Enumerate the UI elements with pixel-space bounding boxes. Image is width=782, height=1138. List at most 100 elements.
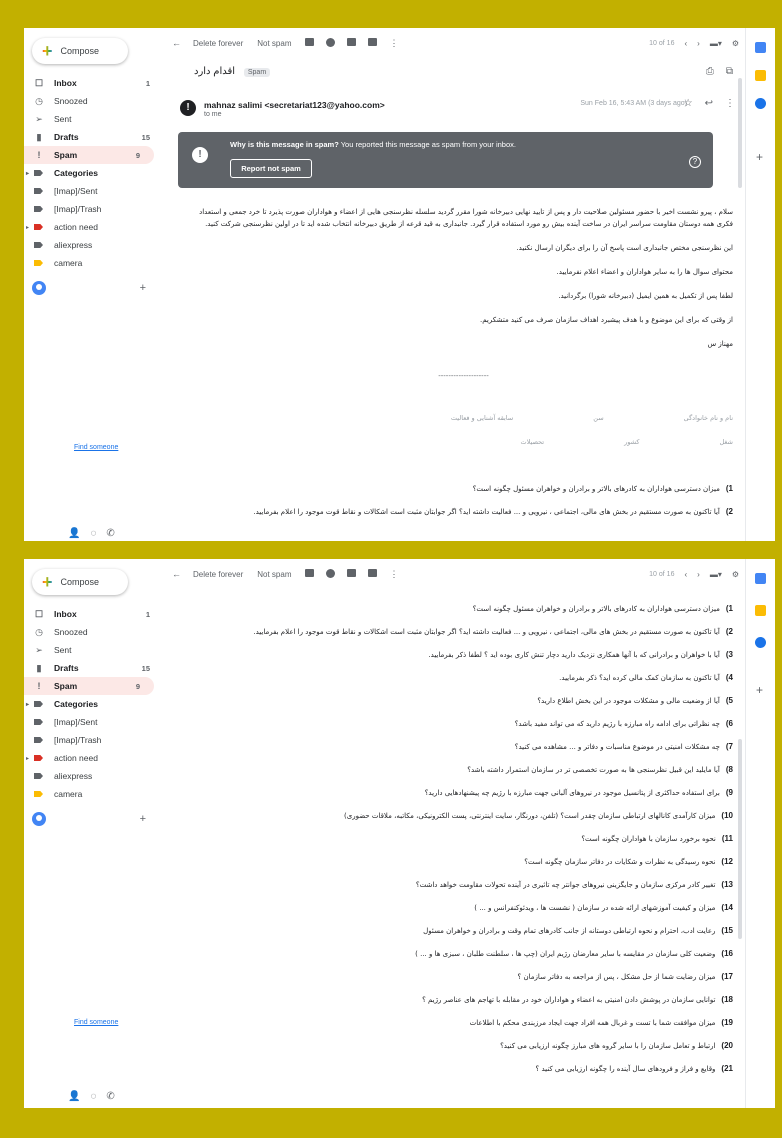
sidebar-item-imap-trash[interactable]: [Imap]/Trash bbox=[24, 200, 164, 218]
sidebar-item-action-need[interactable]: ▸ action need bbox=[24, 218, 164, 236]
delete-forever-button[interactable]: Delete forever bbox=[193, 570, 243, 579]
sidebar-item-camera[interactable]: camera bbox=[24, 785, 164, 803]
question-text: نحوه برخورد سازمان با هواداران چگونه است… bbox=[581, 835, 716, 843]
person-icon[interactable]: 👤 bbox=[68, 1091, 80, 1102]
find-someone-link[interactable]: Find someone bbox=[74, 444, 118, 451]
hangouts-user[interactable]: + bbox=[32, 278, 152, 298]
sidebar-item-aliexpress[interactable]: aliexpress bbox=[24, 236, 164, 254]
compose-button[interactable]: + Compose bbox=[32, 38, 128, 64]
not-spam-button[interactable]: Not spam bbox=[257, 570, 291, 579]
phone-icon[interactable]: ✆ bbox=[106, 528, 114, 539]
add-addon-icon[interactable]: + bbox=[756, 683, 763, 697]
scrollbar[interactable] bbox=[738, 739, 742, 939]
add-icon[interactable]: + bbox=[140, 282, 146, 294]
input-tools-icon[interactable]: ▬▾ bbox=[710, 39, 722, 48]
expand-icon[interactable]: ▸ bbox=[26, 170, 29, 177]
prev-icon[interactable]: ‹ bbox=[684, 570, 687, 579]
sidebar-item-imap-sent[interactable]: [Imap]/Sent bbox=[24, 182, 164, 200]
reply-icon[interactable]: ↩ bbox=[705, 98, 713, 109]
settings-icon[interactable]: ⚙ bbox=[732, 39, 739, 48]
chat-icon[interactable]: ◌ bbox=[90, 528, 96, 539]
next-icon[interactable]: › bbox=[697, 570, 700, 579]
pager: 10 of 16 bbox=[649, 39, 675, 47]
label-icon[interactable] bbox=[368, 569, 378, 579]
chat-icon[interactable]: ◌ bbox=[90, 1091, 96, 1102]
not-spam-button[interactable]: Not spam bbox=[257, 39, 291, 48]
question-number: 18) bbox=[721, 995, 733, 1004]
sidebar-item-categories[interactable]: ▸ Categories bbox=[24, 695, 164, 713]
snooze-icon[interactable] bbox=[326, 37, 336, 49]
settings-icon[interactable]: ⚙ bbox=[732, 570, 739, 579]
sidebar-item-spam[interactable]: ! Spam 9 bbox=[24, 677, 154, 695]
find-someone-link[interactable]: Find someone bbox=[74, 1019, 118, 1026]
question-number: 4) bbox=[725, 673, 733, 682]
more-icon[interactable]: ⋮ bbox=[389, 38, 398, 49]
sidebar-item-imap-trash[interactable]: [Imap]/Trash bbox=[24, 731, 164, 749]
add-addon-icon[interactable]: + bbox=[756, 150, 763, 164]
calendar-icon[interactable] bbox=[755, 573, 766, 584]
sidebar-item-camera[interactable]: camera bbox=[24, 254, 164, 272]
person-icon[interactable]: 👤 bbox=[68, 528, 80, 539]
back-icon[interactable]: ← bbox=[172, 569, 181, 579]
sidebar-item-drafts[interactable]: ▮ Drafts 15 bbox=[24, 128, 164, 146]
scrollbar[interactable] bbox=[738, 78, 742, 188]
keep-icon[interactable] bbox=[755, 70, 766, 81]
archive-icon[interactable] bbox=[305, 38, 315, 48]
sidebar-item-sent[interactable]: ➢ Sent bbox=[24, 641, 164, 659]
recipient[interactable]: to me bbox=[204, 111, 222, 118]
more-icon[interactable]: ⋮ bbox=[389, 569, 398, 580]
move-icon[interactable] bbox=[347, 38, 357, 48]
calendar-icon[interactable] bbox=[755, 42, 766, 53]
snooze-icon[interactable] bbox=[326, 568, 336, 580]
next-icon[interactable]: › bbox=[697, 39, 700, 48]
keep-icon[interactable] bbox=[755, 605, 766, 616]
sidebar-item-inbox[interactable]: ☐ Inbox 1 bbox=[24, 605, 164, 623]
archive-icon[interactable] bbox=[305, 569, 315, 579]
sidebar-item-sent[interactable]: ➢ Sent bbox=[24, 110, 164, 128]
question-number: 1) bbox=[725, 484, 733, 493]
sidebar-item-snoozed[interactable]: ◷ Snoozed bbox=[24, 623, 164, 641]
question-item: 13) تغییر کادر مرکزی سازمان و جایگزینی نی… bbox=[194, 879, 733, 891]
sidebar-item-spam[interactable]: ! Spam 9 bbox=[24, 146, 154, 164]
spam-label[interactable]: Spam bbox=[243, 68, 271, 77]
expand-icon[interactable]: ▸ bbox=[26, 701, 29, 708]
sidebar-item-inbox[interactable]: ☐ Inbox 1 bbox=[24, 74, 164, 92]
prev-icon[interactable]: ‹ bbox=[684, 39, 687, 48]
sidebar-item-snoozed[interactable]: ◷ Snoozed bbox=[24, 92, 164, 110]
question-item: 2) آیا تاکنون به صورت مستقیم در بخش های م… bbox=[194, 506, 733, 518]
star-icon[interactable]: ☆ bbox=[684, 98, 693, 109]
phone-icon[interactable]: ✆ bbox=[106, 1091, 114, 1102]
subject-text: اقدام دارد bbox=[194, 66, 236, 77]
hangouts-user[interactable]: + bbox=[32, 809, 152, 829]
tasks-icon[interactable] bbox=[755, 637, 766, 648]
help-icon[interactable]: ? bbox=[689, 156, 701, 168]
sidebar-item-label: [Imap]/Trash bbox=[54, 204, 102, 214]
print-icon[interactable]: ⎙ bbox=[706, 66, 714, 77]
pager: 10 of 16 bbox=[649, 570, 675, 578]
sidebar-item-label: [Imap]/Trash bbox=[54, 735, 102, 745]
compose-button[interactable]: + Compose bbox=[32, 569, 128, 595]
sidebar-item-categories[interactable]: ▸ Categories bbox=[24, 164, 164, 182]
sidebar-item-aliexpress[interactable]: aliexpress bbox=[24, 767, 164, 785]
sidebar-item-imap-sent[interactable]: [Imap]/Sent bbox=[24, 713, 164, 731]
message-actions: ☆ ↩ ⋮ bbox=[684, 98, 735, 109]
delete-forever-button[interactable]: Delete forever bbox=[193, 39, 243, 48]
sidebar-item-drafts[interactable]: ▮ Drafts 15 bbox=[24, 659, 164, 677]
question-item: 1) میزان دسترسی هواداران به کادرهای بالات… bbox=[194, 483, 733, 495]
gmail-window-top: + Compose ☐ Inbox 1 ◷ Snoozed ➢ Sent ▮ Drafts 15!… bbox=[24, 28, 775, 541]
move-icon[interactable] bbox=[347, 569, 357, 579]
expand-icon[interactable]: ▸ bbox=[26, 224, 29, 231]
tasks-icon[interactable] bbox=[755, 98, 766, 109]
label-icon[interactable] bbox=[368, 38, 378, 48]
report-not-spam-button[interactable]: Report not spam bbox=[230, 159, 312, 178]
sidebar-item-action-need[interactable]: ▸ action need bbox=[24, 749, 164, 767]
expand-icon[interactable]: ▸ bbox=[26, 755, 29, 762]
back-icon[interactable]: ← bbox=[172, 38, 181, 48]
question-item: 6) چه نظراتی برای ادامه راه مبارزه با رژی… bbox=[194, 718, 733, 730]
more-icon[interactable]: ⋮ bbox=[725, 98, 735, 109]
add-icon[interactable]: + bbox=[140, 813, 146, 825]
open-new-window-icon[interactable]: ⧉ bbox=[726, 66, 733, 77]
input-tools-icon[interactable]: ▬▾ bbox=[710, 570, 722, 579]
sidebar-item-label: aliexpress bbox=[54, 771, 93, 781]
sidebar: + Compose ☐ Inbox 1 ◷ Snoozed ➢ Sent ▮ Drafts 15!… bbox=[24, 559, 164, 1108]
